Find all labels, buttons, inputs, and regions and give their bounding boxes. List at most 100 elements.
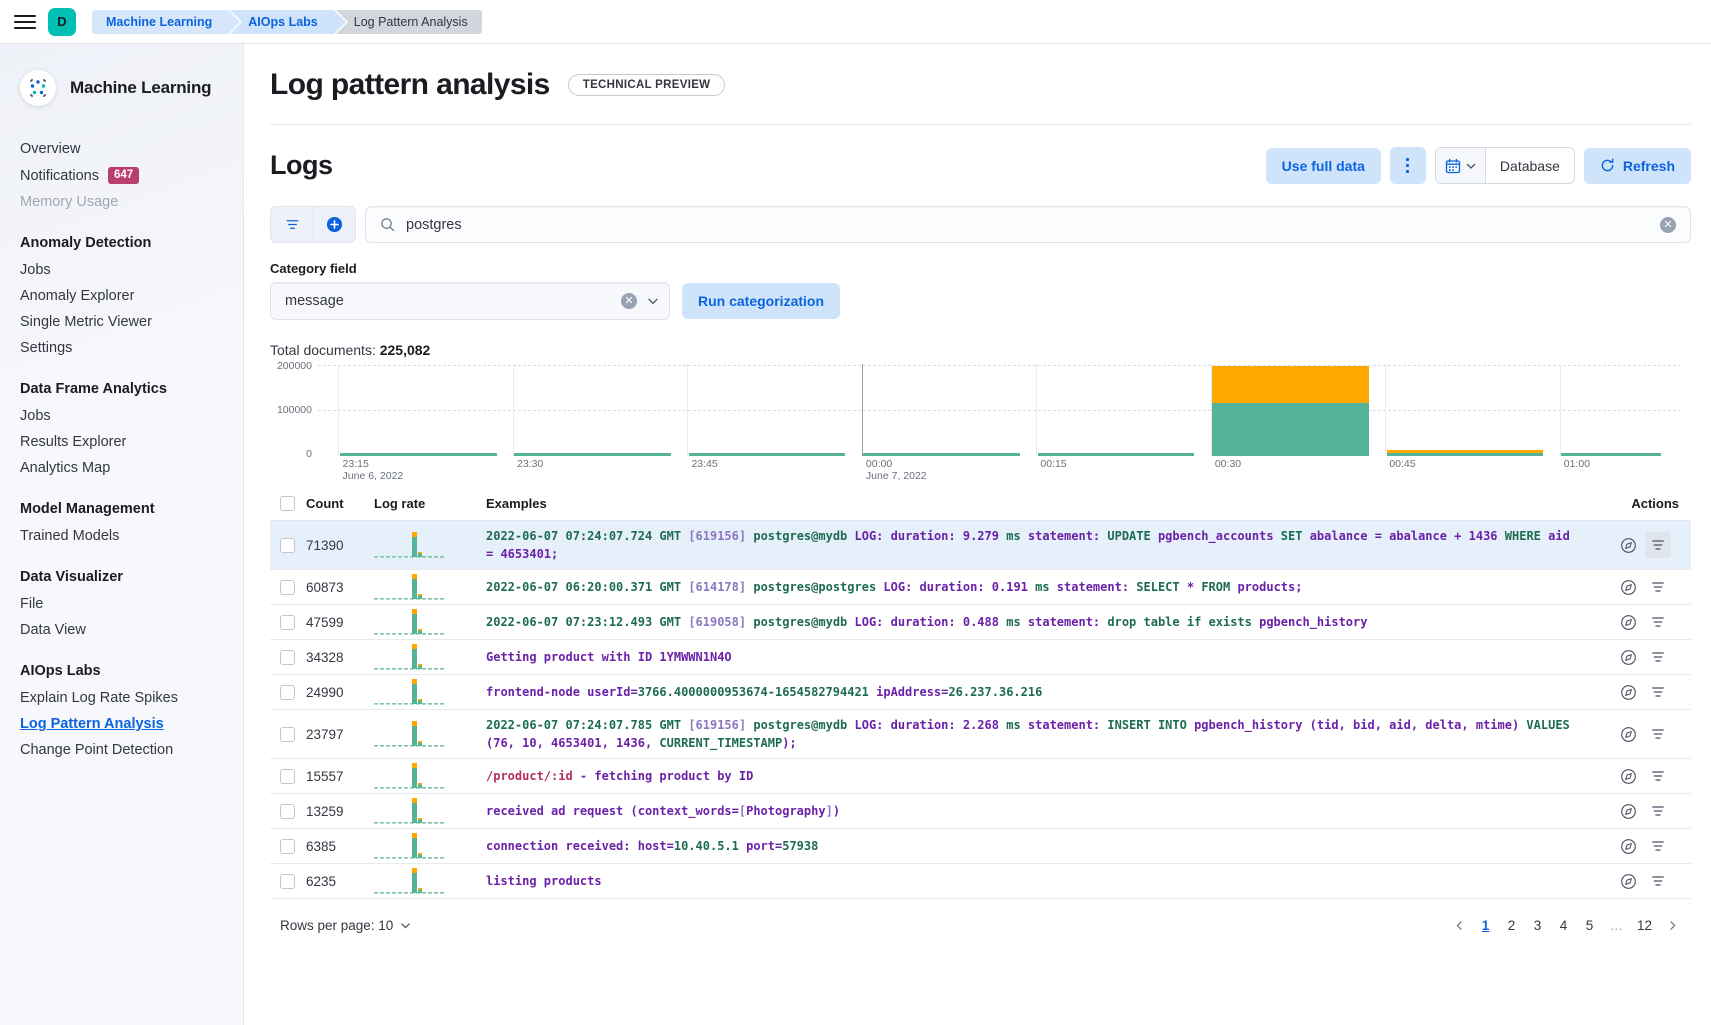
hamburger-icon[interactable] (14, 11, 36, 33)
sidebar-item-change-point-detection[interactable]: Change Point Detection (0, 737, 243, 763)
row-example-text: connection received: host=10.40.5.1 port… (486, 831, 1579, 861)
filter-icon[interactable] (1645, 574, 1671, 600)
use-full-data-button[interactable]: Use full data (1266, 148, 1381, 184)
filter-icon[interactable] (271, 207, 313, 242)
row-checkbox[interactable] (280, 874, 295, 889)
sidebar-item-notifications[interactable]: Notifications 647 (0, 162, 243, 189)
sidebar-item-jobs[interactable]: Jobs (0, 257, 243, 283)
run-categorization-button[interactable]: Run categorization (682, 283, 840, 319)
page-button-12[interactable]: 12 (1632, 913, 1657, 937)
sidebar-item-explain-log-rate-spikes[interactable]: Explain Log Rate Spikes (0, 685, 243, 711)
sidebar-item-label: Log Pattern Analysis (20, 716, 164, 732)
filter-icon[interactable] (1645, 609, 1671, 635)
notifications-count-badge: 647 (108, 167, 139, 184)
sidebar-item-analytics-map[interactable]: Analytics Map (0, 455, 243, 481)
table-row[interactable]: 24990frontend-node userId=3766.400000095… (270, 675, 1691, 710)
discover-compass-icon[interactable] (1615, 644, 1641, 670)
filter-icon[interactable] (1645, 721, 1671, 747)
discover-compass-icon[interactable] (1615, 833, 1641, 859)
search-input-container[interactable]: ✕ (365, 206, 1691, 243)
category-field-select[interactable]: message ✕ (270, 282, 670, 320)
filter-icon[interactable] (1645, 868, 1671, 894)
time-range-value[interactable]: Database (1486, 158, 1574, 174)
discover-compass-icon[interactable] (1615, 721, 1641, 747)
page-button-4[interactable]: 4 (1552, 913, 1574, 937)
calendar-icon[interactable] (1436, 148, 1486, 183)
column-header-count[interactable]: Count (306, 496, 374, 511)
y-tick-label: 200000 (277, 360, 312, 372)
sidebar-item-memory-usage[interactable]: Memory Usage (0, 189, 243, 215)
row-checkbox[interactable] (280, 650, 295, 665)
sidebar-item-single-metric-viewer[interactable]: Single Metric Viewer (0, 309, 243, 335)
row-checkbox[interactable] (280, 769, 295, 784)
sidebar-item-results-explorer[interactable]: Results Explorer (0, 429, 243, 455)
discover-compass-icon[interactable] (1615, 868, 1641, 894)
page-button-5[interactable]: 5 (1578, 913, 1600, 937)
row-checkbox[interactable] (280, 685, 295, 700)
x-tick-label: 00:00 June 7, 2022 (866, 458, 927, 482)
row-checkbox[interactable] (280, 615, 295, 630)
rows-per-page-select[interactable]: Rows per page: 10 (280, 918, 411, 933)
row-checkbox[interactable] (280, 538, 295, 553)
sidebar-item-label: Explain Log Rate Spikes (20, 690, 178, 706)
table-row[interactable]: 713902022-06-07 07:24:07.724 GMT [619156… (270, 521, 1691, 570)
sidebar-item-trained-models[interactable]: Trained Models (0, 523, 243, 549)
clear-category-icon[interactable]: ✕ (621, 293, 637, 309)
sidebar-item-settings[interactable]: Settings (0, 335, 243, 361)
row-checkbox[interactable] (280, 727, 295, 742)
sidebar-item-label: Results Explorer (20, 434, 126, 450)
filter-icon[interactable] (1645, 532, 1671, 558)
discover-compass-icon[interactable] (1615, 574, 1641, 600)
table-row[interactable]: 237972022-06-07 07:24:07.785 GMT [619156… (270, 710, 1691, 759)
column-header-log-rate[interactable]: Log rate (374, 496, 478, 511)
discover-compass-icon[interactable] (1615, 609, 1641, 635)
breadcrumb-item-machine-learning[interactable]: Machine Learning (92, 10, 228, 34)
total-documents-text: Total documents: (270, 342, 376, 358)
page-button-3[interactable]: 3 (1526, 913, 1548, 937)
sidebar-item-overview[interactable]: Overview (0, 136, 243, 162)
filter-icon[interactable] (1645, 833, 1671, 859)
table-row[interactable]: 6385connection received: host=10.40.5.1 … (270, 829, 1691, 864)
filter-icon[interactable] (1645, 763, 1671, 789)
table-row[interactable]: 475992022-06-07 07:23:12.493 GMT [619058… (270, 605, 1691, 640)
plus-circle-icon[interactable] (313, 207, 355, 242)
discover-compass-icon[interactable] (1615, 763, 1641, 789)
clear-search-icon[interactable]: ✕ (1660, 217, 1676, 233)
sidebar-item-file[interactable]: File (0, 591, 243, 617)
table-row[interactable]: 6235listing products (270, 864, 1691, 899)
discover-compass-icon[interactable] (1615, 798, 1641, 824)
chevron-right-icon[interactable] (1661, 913, 1683, 937)
header-divider (270, 124, 1691, 125)
filter-icon[interactable] (1645, 679, 1671, 705)
page-button-1[interactable]: 1 (1474, 913, 1496, 937)
chevron-down-icon (400, 920, 411, 931)
gridline-vertical (1385, 364, 1386, 456)
row-checkbox[interactable] (280, 580, 295, 595)
breadcrumb-item-log-pattern-analysis[interactable]: Log Pattern Analysis (336, 10, 482, 34)
breadcrumb-item-aiops-labs[interactable]: AIOps Labs (230, 10, 333, 34)
refresh-button[interactable]: Refresh (1584, 148, 1691, 184)
page-button-2[interactable]: 2 (1500, 913, 1522, 937)
filter-icon[interactable] (1645, 644, 1671, 670)
avatar[interactable]: D (48, 8, 76, 36)
discover-compass-icon[interactable] (1615, 679, 1641, 705)
column-header-examples[interactable]: Examples (478, 496, 1579, 511)
search-input[interactable] (406, 217, 1649, 233)
filter-icon[interactable] (1645, 798, 1671, 824)
select-all-checkbox[interactable] (280, 496, 295, 511)
chevron-left-icon[interactable] (1448, 913, 1470, 937)
sidebar-item-data-view[interactable]: Data View (0, 617, 243, 643)
sidebar-item-dfa-jobs[interactable]: Jobs (0, 403, 243, 429)
table-row[interactable]: 15557/product/:id - fetching product by … (270, 759, 1691, 794)
discover-compass-icon[interactable] (1615, 532, 1641, 558)
sidebar-item-label: Jobs (20, 262, 51, 278)
table-row[interactable]: 34328Getting product with ID 1YMWWN1N4O (270, 640, 1691, 675)
sidebar-item-anomaly-explorer[interactable]: Anomaly Explorer (0, 283, 243, 309)
vertical-dots-icon[interactable] (1390, 147, 1426, 184)
table-row[interactable]: 608732022-06-07 06:20:00.371 GMT [614178… (270, 570, 1691, 605)
sidebar-item-log-pattern-analysis[interactable]: Log Pattern Analysis (0, 711, 243, 737)
table-row[interactable]: 13259received ad request (context_words=… (270, 794, 1691, 829)
chevron-down-icon[interactable] (647, 295, 659, 307)
row-checkbox[interactable] (280, 804, 295, 819)
row-checkbox[interactable] (280, 839, 295, 854)
